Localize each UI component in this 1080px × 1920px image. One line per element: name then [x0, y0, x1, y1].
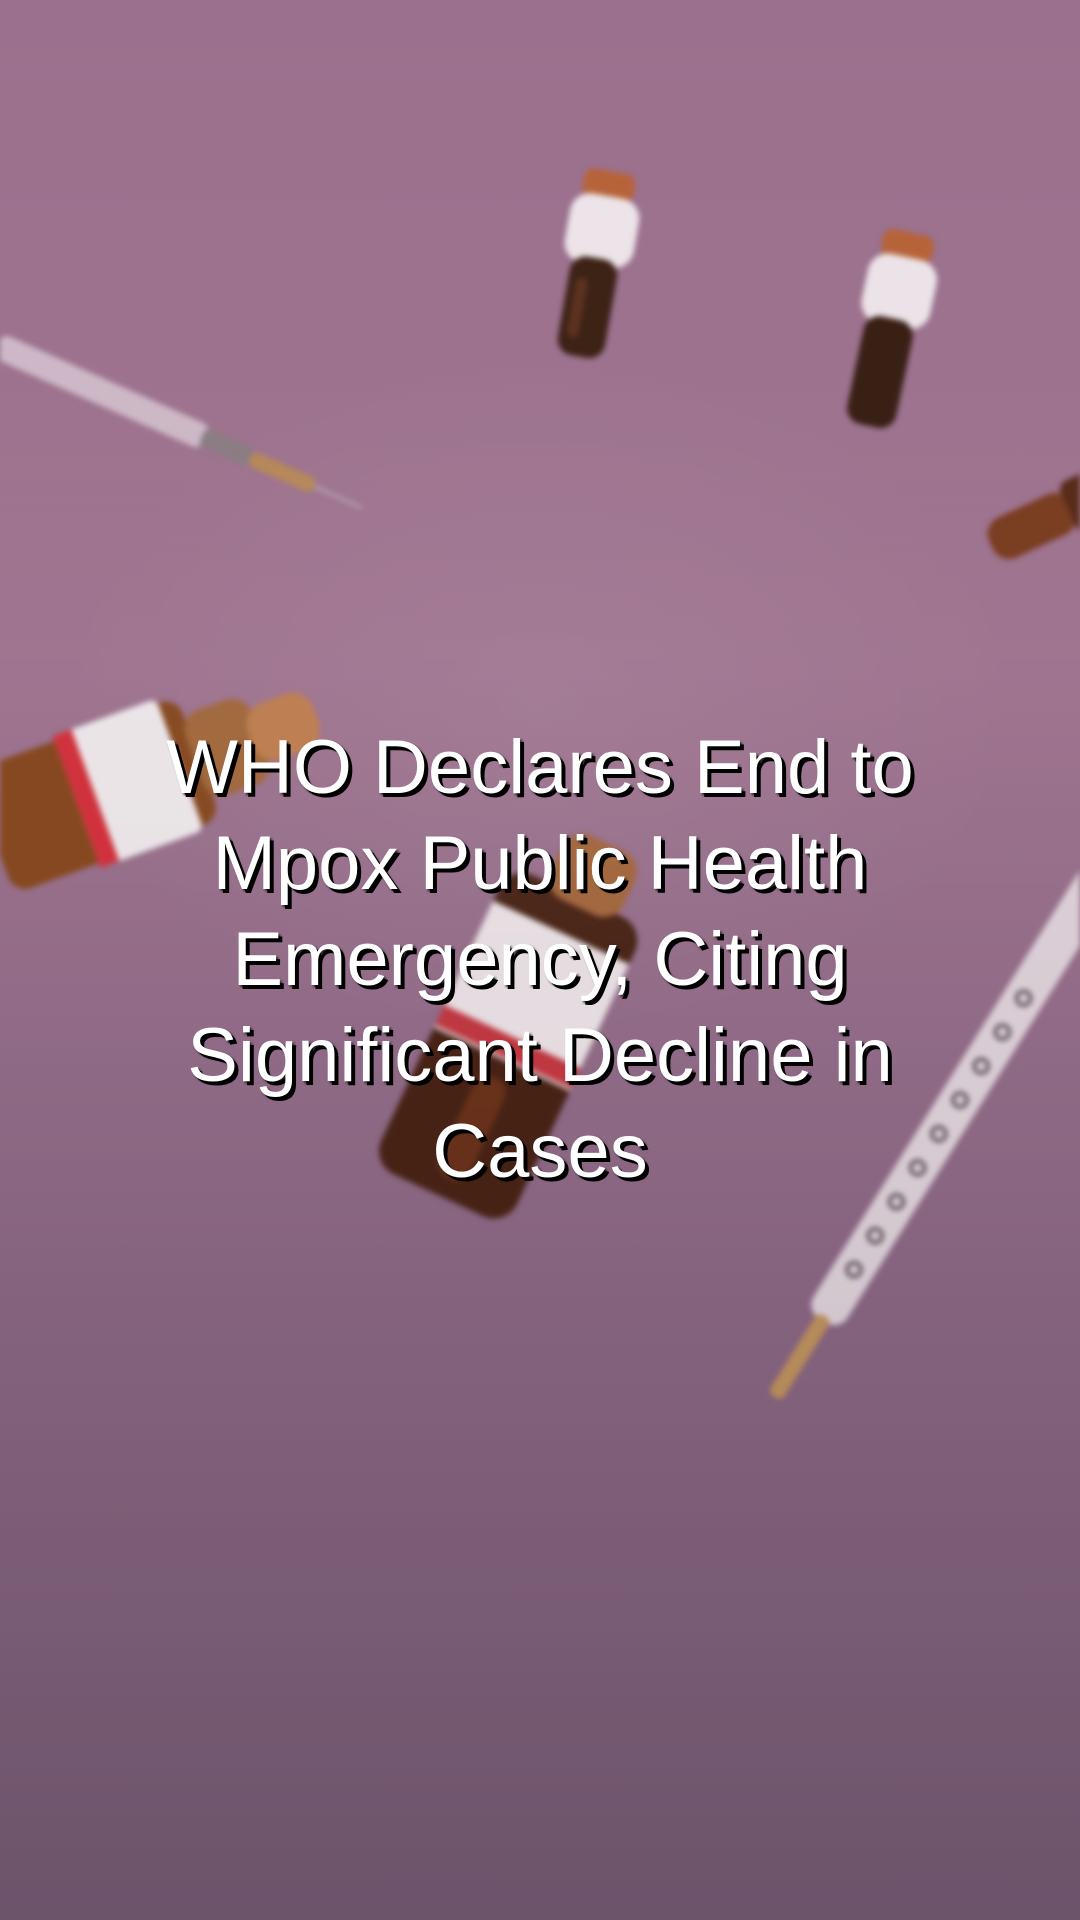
headline: WHO Declares End to Mpox Public Health E…	[166, 725, 914, 1194]
